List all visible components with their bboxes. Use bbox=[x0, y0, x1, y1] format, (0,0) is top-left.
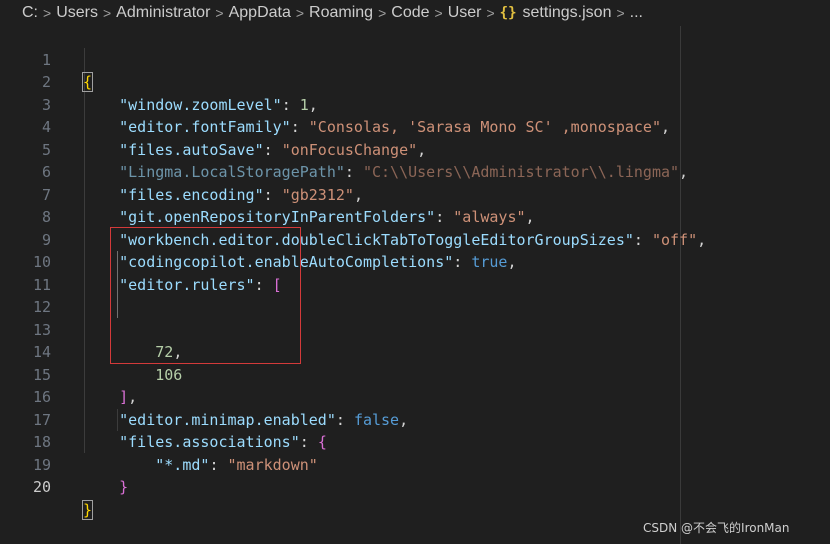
chevron-right-icon: > bbox=[486, 5, 495, 21]
chevron-right-icon: > bbox=[215, 5, 224, 21]
code-line[interactable]: 6 "files.encoding": "gb2312", bbox=[0, 139, 830, 204]
chevron-right-icon: > bbox=[43, 5, 52, 21]
json-file-icon: {} bbox=[499, 5, 517, 21]
code-line[interactable]: 3 "editor.fontFamily": "Consolas, 'Saras… bbox=[0, 71, 830, 137]
breadcrumb: C: > Users > Administrator > AppData > R… bbox=[0, 0, 830, 26]
code-line[interactable]: 2 "window.zoomLevel": 1, bbox=[0, 49, 830, 114]
breadcrumb-administrator[interactable]: Administrator bbox=[116, 4, 210, 22]
code-line[interactable]: 18 "*.md": "markdown" bbox=[0, 409, 830, 474]
breadcrumb-file[interactable]: settings.json bbox=[523, 4, 612, 22]
code-line[interactable]: 8 "workbench.editor.doubleClickTabToTogg… bbox=[0, 184, 830, 249]
code-line[interactable]: 16 "editor.minimap.enabled": false, bbox=[0, 364, 830, 429]
breadcrumb-code[interactable]: Code bbox=[391, 4, 429, 22]
code-line[interactable]: 17 "files.associations": { bbox=[0, 386, 830, 452]
code-line[interactable]: 7 "git.openRepositoryInParentFolders": "… bbox=[0, 161, 830, 227]
breadcrumb-users[interactable]: Users bbox=[56, 4, 98, 22]
line-number: 20 bbox=[32, 478, 51, 496]
chevron-right-icon: > bbox=[616, 5, 625, 21]
chevron-right-icon: > bbox=[295, 5, 305, 21]
code-line[interactable]: 4 "files.autoSave": "onFocusChange", bbox=[0, 94, 830, 159]
code-line[interactable]: 19 } bbox=[0, 431, 830, 497]
code-line[interactable]: 5 "Lingma.LocalStoragePath": "C:\\Users\… bbox=[0, 116, 830, 182]
code-line[interactable]: 20 } bbox=[0, 454, 830, 520]
code-editor[interactable]: 1 { 2 "window.zoomLevel": 1, 3 "editor.f… bbox=[0, 26, 830, 544]
breadcrumb-more[interactable]: ... bbox=[630, 4, 643, 22]
close-brace: } bbox=[81, 499, 94, 520]
watermark: CSDN @不会飞的IronMan bbox=[643, 521, 790, 535]
close-brace: } bbox=[119, 478, 129, 496]
code-line[interactable]: 9 "codingcopilot.enableAutoCompletions":… bbox=[0, 206, 830, 272]
breadcrumb-roaming[interactable]: Roaming bbox=[309, 4, 373, 22]
annotation-highlight-box bbox=[110, 227, 301, 364]
chevron-right-icon: > bbox=[378, 5, 387, 21]
breadcrumb-drive[interactable]: C: bbox=[22, 4, 38, 22]
breadcrumb-user[interactable]: User bbox=[448, 4, 482, 22]
chevron-right-icon: > bbox=[434, 5, 443, 21]
chevron-right-icon: > bbox=[102, 5, 112, 21]
code-line[interactable]: 1 { bbox=[0, 26, 830, 92]
breadcrumb-appdata[interactable]: AppData bbox=[229, 4, 291, 22]
